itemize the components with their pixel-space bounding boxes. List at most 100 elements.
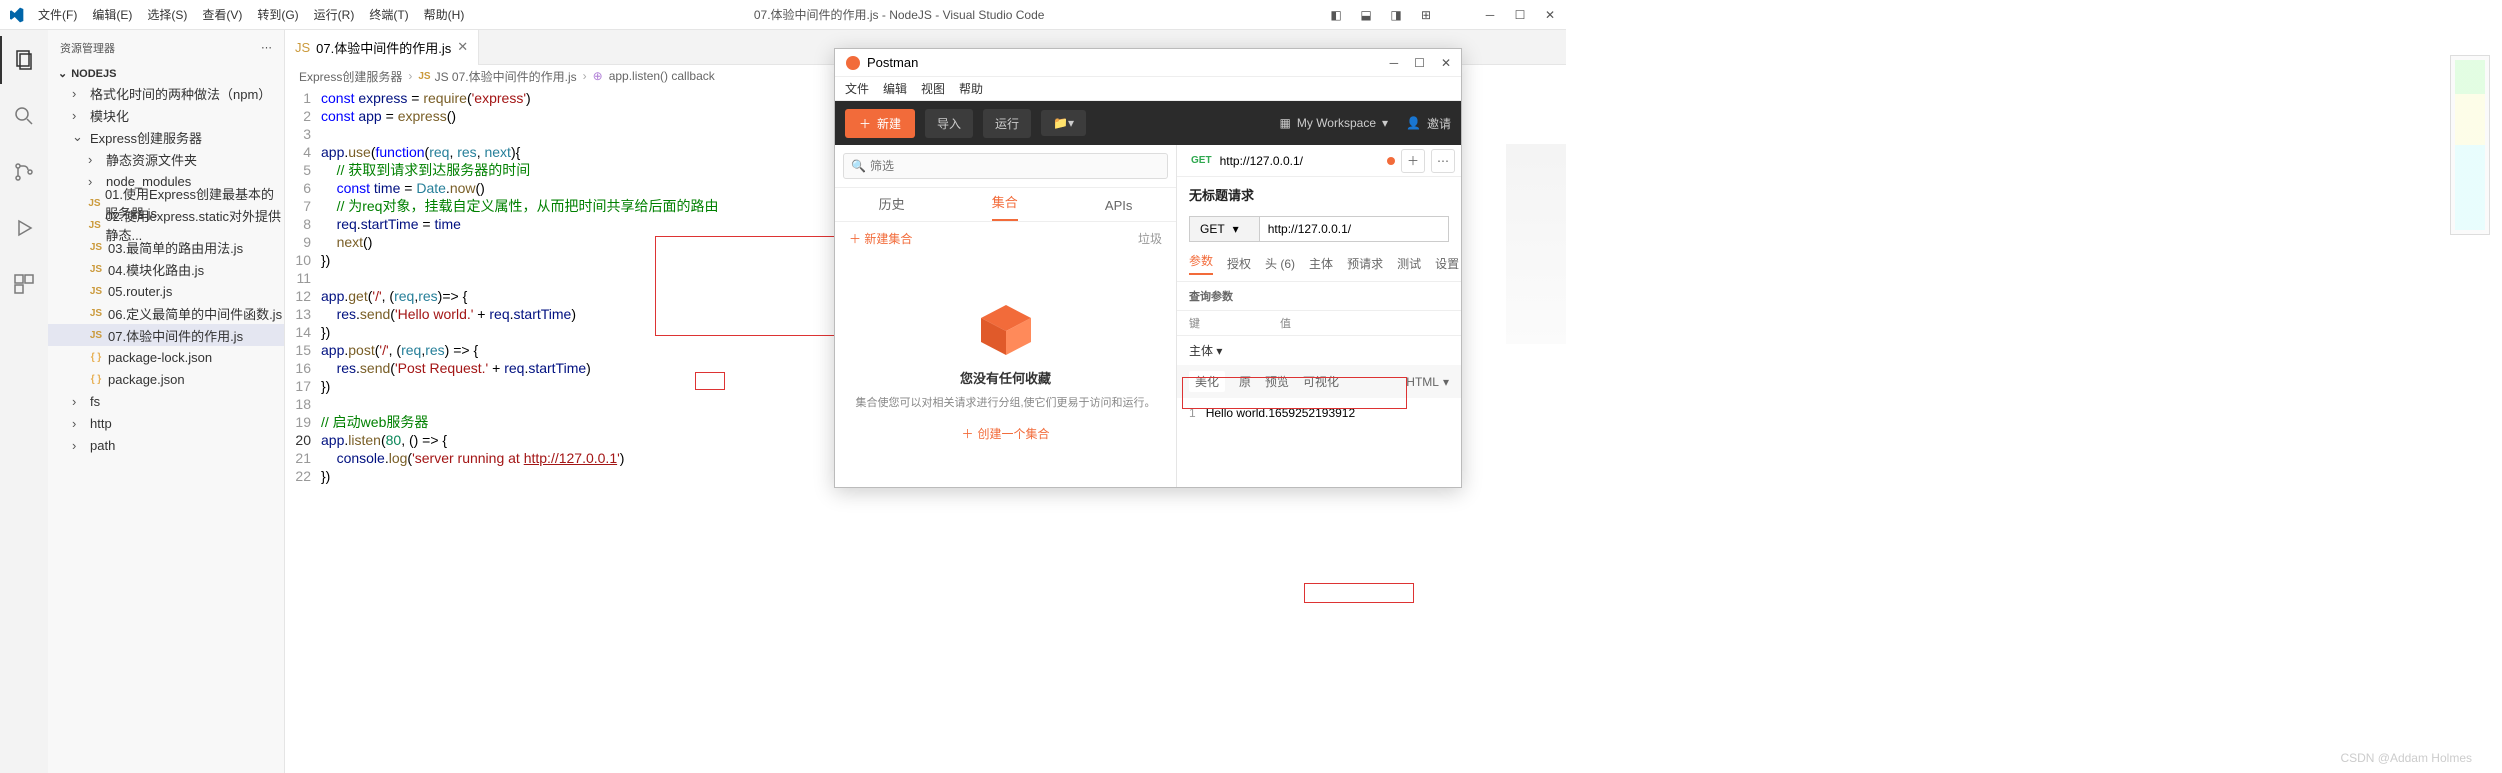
- file-item[interactable]: JS04.模块化路由.js: [48, 258, 284, 280]
- new-button[interactable]: ＋新建: [845, 109, 915, 138]
- tab-visualize[interactable]: 可视化: [1303, 373, 1339, 390]
- maximize-icon[interactable]: ☐: [1512, 7, 1528, 23]
- param-tab[interactable]: 主体: [1309, 255, 1333, 272]
- url-input[interactable]: http://127.0.0.1/: [1259, 216, 1449, 242]
- menu-item[interactable]: 文件(F): [32, 4, 83, 25]
- folder-item[interactable]: ›fs: [48, 390, 284, 412]
- activity-bar: [0, 30, 48, 773]
- body-section-label[interactable]: 主体 ▾: [1177, 336, 1461, 365]
- param-tab[interactable]: 授权: [1227, 255, 1251, 272]
- tab-history[interactable]: 历史: [879, 186, 905, 221]
- trash-link[interactable]: 垃圾: [1138, 230, 1162, 247]
- grid-icon[interactable]: ⊞: [1418, 7, 1434, 23]
- postman-toolbar: ＋新建 导入 运行 📁▾ ▦My Workspace▾ 👤邀请: [835, 101, 1461, 145]
- tab-menu-button[interactable]: ⋯: [1431, 149, 1455, 173]
- sidebar-tabs: 历史 集合 APIs: [835, 188, 1176, 222]
- param-tab[interactable]: 头 (6): [1265, 255, 1295, 272]
- response-text: Hello world.1659252193912: [1206, 406, 1355, 420]
- more-button[interactable]: 📁▾: [1041, 110, 1086, 136]
- menu-item[interactable]: 视图: [921, 80, 945, 97]
- file-item[interactable]: { }package-lock.json: [48, 346, 284, 368]
- editor-tab[interactable]: JS 07.体验中间件的作用.js ✕: [285, 30, 479, 65]
- layout-right-icon[interactable]: ◨: [1388, 7, 1404, 23]
- empty-title: 您没有任何收藏: [960, 368, 1051, 387]
- vscode-logo-icon: [8, 7, 24, 23]
- menu-item[interactable]: 运行(R): [308, 4, 361, 25]
- menu-item[interactable]: 选择(S): [141, 4, 193, 25]
- close-icon[interactable]: ✕: [1542, 7, 1558, 23]
- new-collection-button[interactable]: ＋ 新建集合: [849, 230, 912, 247]
- watermark: CSDN @Addam Holmes: [2340, 751, 2472, 765]
- add-tab-button[interactable]: ＋: [1401, 149, 1425, 173]
- close-icon[interactable]: ✕: [1441, 56, 1451, 70]
- maximize-icon[interactable]: ☐: [1414, 56, 1425, 70]
- grid-icon: ▦: [1280, 116, 1291, 130]
- param-tab[interactable]: 参数: [1189, 252, 1213, 275]
- menu-item[interactable]: 编辑(E): [86, 4, 138, 25]
- folder-item[interactable]: ›格式化时间的两种做法（npm）: [48, 82, 284, 104]
- file-item[interactable]: JS02.使用express.static对外提供静态...: [48, 214, 284, 236]
- layout-bottom-icon[interactable]: ⬓: [1358, 7, 1374, 23]
- folder-item[interactable]: ⌄Express创建服务器: [48, 126, 284, 148]
- folder-item[interactable]: ›静态资源文件夹: [48, 148, 284, 170]
- explorer-icon[interactable]: [0, 36, 48, 84]
- menu-item[interactable]: 文件: [845, 80, 869, 97]
- response-view-tabs: 美化 原 预览 可视化 HTML ▾: [1177, 365, 1461, 398]
- folder-item[interactable]: ›http: [48, 412, 284, 434]
- close-tab-icon[interactable]: ✕: [457, 39, 468, 55]
- person-icon: 👤: [1406, 116, 1421, 130]
- file-item[interactable]: { }package.json: [48, 368, 284, 390]
- tab-collections[interactable]: 集合: [992, 184, 1018, 221]
- filter-input[interactable]: [843, 153, 1168, 179]
- param-tab[interactable]: 预请求: [1347, 255, 1383, 272]
- workspace-selector[interactable]: ▦My Workspace▾: [1280, 116, 1389, 130]
- create-collection-button[interactable]: ＋创建一个集合: [961, 425, 1049, 442]
- format-select[interactable]: HTML ▾: [1406, 375, 1449, 389]
- more-icon[interactable]: ⋯: [261, 41, 272, 54]
- empty-desc: 集合使您可以对相关请求进行分组,使它们更易于访问和运行。: [855, 395, 1155, 412]
- menu-item[interactable]: 查看(V): [196, 4, 248, 25]
- js-icon: JS: [295, 40, 310, 55]
- menu-item[interactable]: 帮助: [959, 80, 983, 97]
- param-tab[interactable]: 设置: [1435, 255, 1459, 272]
- request-tab[interactable]: GET http://127.0.0.1/: [1183, 150, 1311, 172]
- minimize-icon[interactable]: ─: [1482, 7, 1498, 23]
- runner-button[interactable]: 运行: [983, 109, 1031, 138]
- layout-left-icon[interactable]: ◧: [1328, 7, 1344, 23]
- response-body[interactable]: 1 Hello world.1659252193912: [1177, 398, 1461, 428]
- method-select[interactable]: GET▾: [1189, 216, 1259, 242]
- menu-item[interactable]: 帮助(H): [418, 4, 471, 25]
- run-debug-icon[interactable]: [0, 204, 48, 252]
- invite-button[interactable]: 👤邀请: [1406, 115, 1451, 132]
- explorer-sidebar: 资源管理器 ⋯ ⌄NODEJS ›格式化时间的两种做法（npm）›模块化⌄Exp…: [48, 30, 285, 773]
- minimap[interactable]: [1506, 144, 1566, 344]
- postman-logo-icon: [845, 55, 861, 71]
- minimize-icon[interactable]: ─: [1390, 56, 1399, 70]
- menu-item[interactable]: 终端(T): [363, 4, 414, 25]
- tab-raw[interactable]: 原: [1239, 373, 1251, 390]
- folder-item[interactable]: ›path: [48, 434, 284, 456]
- tab-preview[interactable]: 预览: [1265, 373, 1289, 390]
- request-name[interactable]: 无标题请求: [1177, 177, 1461, 212]
- postman-main: GET http://127.0.0.1/ ＋ ⋯ 无标题请求 GET▾ htt…: [1177, 145, 1461, 487]
- menu-item[interactable]: 转到(G): [251, 4, 304, 25]
- menu-item[interactable]: 编辑: [883, 80, 907, 97]
- file-item[interactable]: JS05.router.js: [48, 280, 284, 302]
- source-control-icon[interactable]: [0, 148, 48, 196]
- workspace-root[interactable]: ⌄NODEJS: [48, 65, 284, 82]
- folder-item[interactable]: ›模块化: [48, 104, 284, 126]
- chevron-down-icon: ▾: [1233, 222, 1239, 236]
- plus-icon: ＋: [859, 115, 871, 132]
- postman-titlebar: Postman ─☐✕: [835, 49, 1461, 77]
- extensions-icon[interactable]: [0, 260, 48, 308]
- file-item[interactable]: JS07.体验中间件的作用.js: [48, 324, 284, 346]
- tab-apis[interactable]: APIs: [1105, 190, 1132, 221]
- chevron-down-icon: ▾: [1382, 116, 1388, 130]
- param-tab[interactable]: 测试: [1397, 255, 1421, 272]
- import-button[interactable]: 导入: [925, 109, 973, 138]
- search-icon[interactable]: [0, 92, 48, 140]
- postman-menu: 文件编辑视图帮助: [835, 77, 1461, 101]
- tab-pretty[interactable]: 美化: [1189, 371, 1225, 392]
- file-item[interactable]: JS06.定义最简单的中间件函数.js: [48, 302, 284, 324]
- empty-cube-icon: [976, 300, 1036, 360]
